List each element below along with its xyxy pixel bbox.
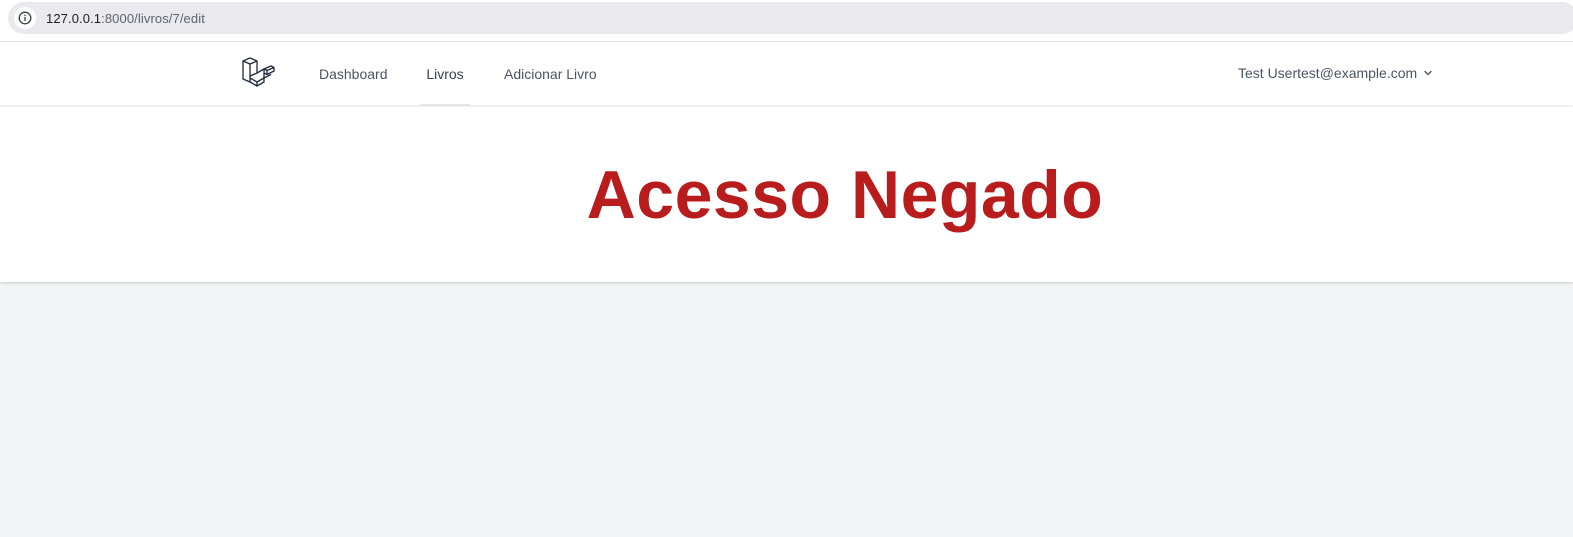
url-path: :8000/livros/7/edit (101, 10, 205, 26)
url-text[interactable]: 127.0.0.1:8000/livros/7/edit (46, 11, 205, 26)
nav-link-livros[interactable]: Livros (420, 42, 470, 106)
url-host: 127.0.0.1 (46, 10, 102, 26)
site-info-icon[interactable] (14, 7, 36, 29)
user-menu-button[interactable]: Test Usertest@example.com (1238, 42, 1433, 104)
page-title: Acesso Negado (586, 156, 1104, 233)
page-header: Acesso Negado (0, 107, 1573, 282)
chevron-down-icon (1423, 68, 1433, 78)
nav-link-adicionar-livro[interactable]: Adicionar Livro (504, 42, 597, 106)
top-navigation: Dashboard Livros Adicionar Livro Test Us… (0, 42, 1573, 106)
browser-toolbar: 127.0.0.1:8000/livros/7/edit (0, 0, 1573, 42)
laravel-logo-icon[interactable] (241, 57, 276, 91)
address-bar[interactable]: 127.0.0.1:8000/livros/7/edit (8, 2, 1573, 34)
user-menu-label: Test Usertest@example.com (1238, 65, 1418, 81)
nav-link-dashboard[interactable]: Dashboard (319, 42, 388, 106)
